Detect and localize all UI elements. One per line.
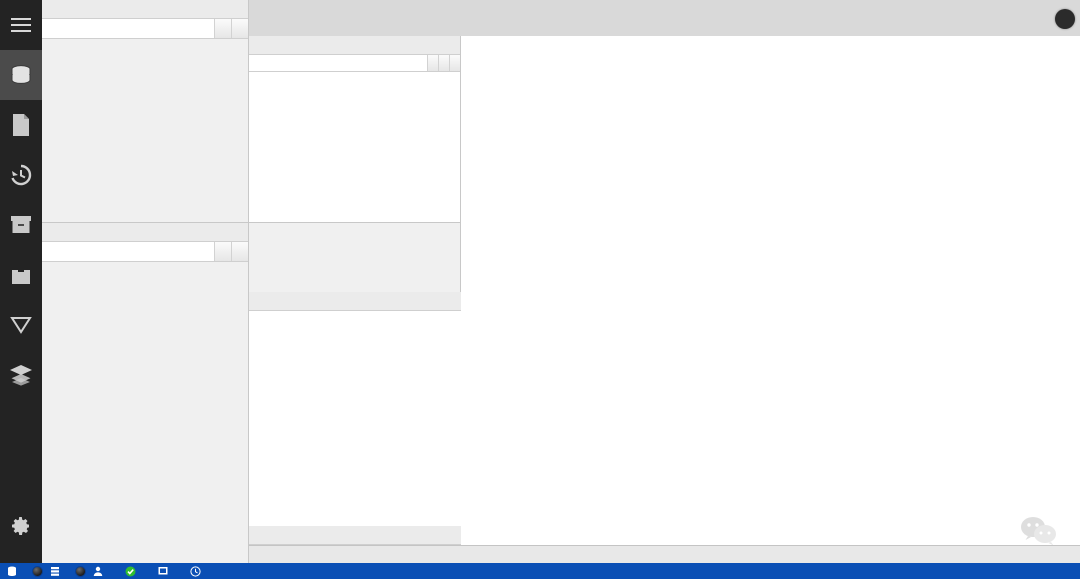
columns-filters-macros-column	[249, 36, 461, 545]
connection-search-input[interactable]	[42, 19, 214, 38]
globe-icon-2	[75, 565, 86, 577]
tab-row-bottom-left	[249, 18, 461, 36]
server-version-icon	[158, 567, 168, 575]
macros-title	[249, 526, 461, 545]
columns-list	[249, 72, 460, 223]
folder-icon[interactable]	[0, 250, 42, 300]
status-server	[151, 566, 183, 576]
data-grid	[461, 36, 1080, 545]
filters-panel	[249, 292, 461, 532]
status-connection	[118, 566, 151, 577]
connections-title	[42, 0, 248, 19]
database-icon[interactable]	[0, 50, 42, 100]
refresh-collections-button[interactable]	[231, 242, 248, 261]
db-small-icon	[8, 566, 16, 576]
connections-search-row	[42, 19, 248, 39]
status-user[interactable]	[86, 566, 118, 577]
filters-title	[249, 292, 461, 311]
history-icon[interactable]	[0, 150, 42, 200]
clock-icon	[190, 565, 201, 577]
connections-tree	[42, 39, 248, 221]
filters-body[interactable]	[249, 311, 461, 531]
tab-group-right	[462, 0, 582, 36]
server-icon	[51, 566, 59, 576]
check-circle-icon	[125, 566, 136, 576]
tab-area	[249, 0, 1080, 36]
collections-title	[42, 223, 248, 242]
add-collection-button[interactable]	[214, 242, 231, 261]
columns-search-row	[249, 55, 460, 72]
tab-group-left	[249, 0, 461, 36]
collections-search-input[interactable]	[42, 242, 214, 261]
status-host[interactable]	[43, 566, 75, 577]
show-column-button[interactable]	[449, 55, 460, 71]
collections-panel	[42, 222, 249, 563]
archive-icon[interactable]	[0, 200, 42, 250]
application-window	[0, 0, 1080, 579]
hide-column-button[interactable]	[438, 55, 449, 71]
columns-title	[249, 36, 460, 55]
tab-row-top-right	[462, 0, 582, 18]
left-icon-rail	[0, 0, 42, 563]
collections-tree	[42, 262, 248, 562]
status-bar	[0, 563, 1080, 579]
tab-row-top-left	[249, 0, 461, 18]
add-connection-button[interactable]	[214, 19, 231, 38]
collections-search-row	[42, 242, 248, 262]
menu-icon[interactable]	[0, 0, 42, 50]
file-icon[interactable]	[0, 100, 42, 150]
connections-panel	[42, 0, 249, 222]
status-last-refresh	[183, 565, 216, 577]
add-tab-button[interactable]	[1055, 9, 1075, 29]
gear-icon[interactable]	[0, 501, 42, 551]
tab-row-bottom-right	[462, 18, 582, 36]
macros-panel	[249, 526, 461, 545]
user-icon	[93, 566, 103, 576]
add-column-button[interactable]	[427, 55, 438, 71]
filter-icon[interactable]	[0, 300, 42, 350]
column-search-input[interactable]	[249, 55, 427, 71]
globe-icon-1	[32, 565, 43, 577]
refresh-connections-button[interactable]	[231, 19, 248, 38]
grid-toolbar	[249, 545, 1080, 563]
layers-icon[interactable]	[0, 350, 42, 400]
status-database[interactable]	[0, 566, 32, 577]
